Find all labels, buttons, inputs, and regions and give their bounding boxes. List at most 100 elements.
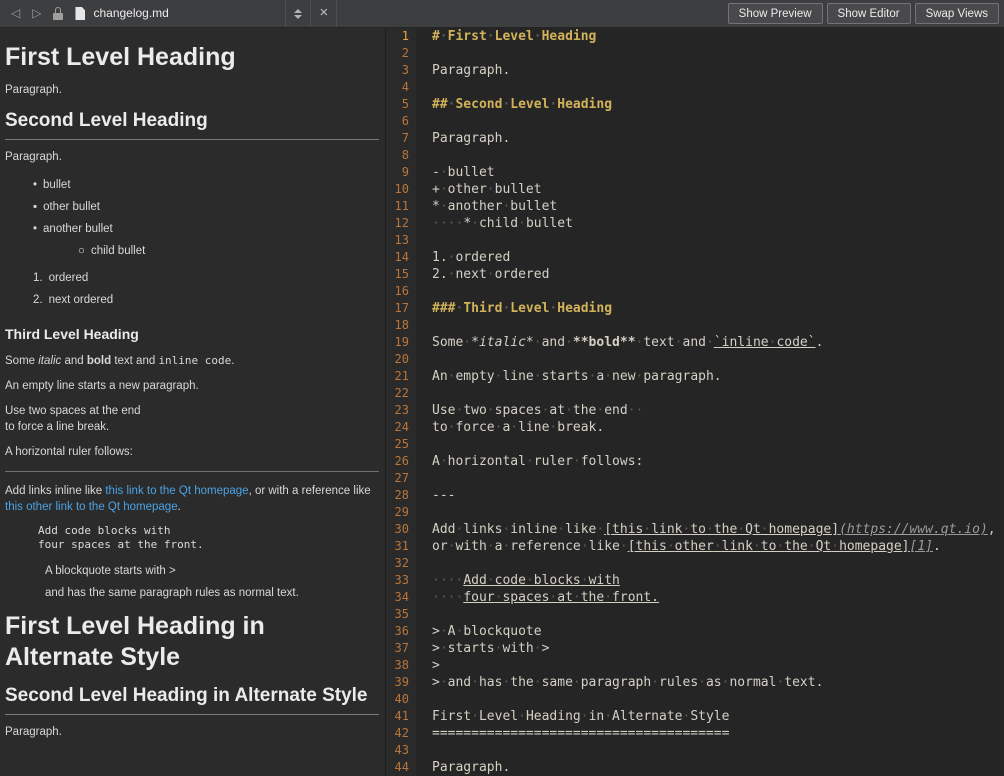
split-view: First Level HeadingParagraph.Second Leve… xyxy=(0,28,1004,776)
preview-text-run: Use two spaces at the end xyxy=(5,405,141,417)
show-preview-button[interactable]: Show Preview xyxy=(728,3,823,24)
source-line-text xyxy=(416,283,432,300)
close-document-icon[interactable]: × xyxy=(310,0,337,27)
line-number: 1 xyxy=(386,28,416,45)
line-number: 5 xyxy=(386,96,416,113)
source-line-text xyxy=(416,113,432,130)
source-line: 17###·Third·Level·Heading xyxy=(386,300,1004,317)
source-line-text: Add·links·inline·like·[this·link·to·the·… xyxy=(416,521,996,538)
source-line-text: ###·Third·Level·Heading xyxy=(416,300,612,317)
line-number: 16 xyxy=(386,283,416,300)
show-editor-button[interactable]: Show Editor xyxy=(827,3,911,24)
document-selector-icon[interactable] xyxy=(285,0,310,27)
preview-text-run: and xyxy=(61,355,87,367)
line-number: 42 xyxy=(386,725,416,742)
source-line-text xyxy=(416,45,432,62)
chevron-up-icon xyxy=(294,9,302,13)
source-line: 22 xyxy=(386,385,1004,402)
source-line: 30Add·links·inline·like·[this·link·to·th… xyxy=(386,521,1004,538)
source-line-text: -·bullet xyxy=(416,164,495,181)
source-line: 37>·starts·with·> xyxy=(386,640,1004,657)
preview-block-h3: Third Level Heading xyxy=(5,326,379,342)
swap-views-button[interactable]: Swap Views xyxy=(915,3,999,24)
preview-text-run: Add links inline like xyxy=(5,485,105,497)
line-number: 22 xyxy=(386,385,416,402)
source-line-text: --- xyxy=(416,487,455,504)
source-line: 28--- xyxy=(386,487,1004,504)
source-line: 1#·First·Level·Heading xyxy=(386,28,1004,45)
line-number: 40 xyxy=(386,691,416,708)
preview-block-blockquote: A blockquote starts with >and has the sa… xyxy=(45,563,379,601)
source-line: 21An·empty·line·starts·a·new·paragraph. xyxy=(386,368,1004,385)
source-line: 42====================================== xyxy=(386,725,1004,742)
source-line-text: 2.·next·ordered xyxy=(416,266,549,283)
line-number: 8 xyxy=(386,147,416,164)
markdown-source-editor[interactable]: 1#·First·Level·Heading23Paragraph.45##·S… xyxy=(385,28,1004,776)
go-forward-icon[interactable]: ▷ xyxy=(26,0,47,27)
markdown-preview-pane[interactable]: First Level HeadingParagraph.Second Leve… xyxy=(0,28,385,776)
source-line-text: ····Add·code·blocks·with xyxy=(416,572,620,589)
list-marker: ▪ xyxy=(33,201,37,213)
line-number: 17 xyxy=(386,300,416,317)
source-line: 32 xyxy=(386,555,1004,572)
chevron-down-icon xyxy=(294,15,302,19)
source-line: 16 xyxy=(386,283,1004,300)
source-line-text: Paragraph. xyxy=(416,130,510,147)
preview-block-list: •bullet▪other bullet•another bullet○chil… xyxy=(5,174,379,262)
source-line: 13 xyxy=(386,232,1004,249)
line-number: 35 xyxy=(386,606,416,623)
line-number: 13 xyxy=(386,232,416,249)
source-line: 44Paragraph. xyxy=(386,759,1004,776)
list-marker: • xyxy=(33,179,37,191)
preview-text-run: text and xyxy=(111,355,158,367)
preview-text-run: . xyxy=(178,501,181,513)
preview-link[interactable]: this link to the Qt homepage xyxy=(105,485,248,497)
preview-text-run: . xyxy=(231,355,234,367)
line-number: 11 xyxy=(386,198,416,215)
source-line: 29 xyxy=(386,504,1004,521)
document-name-dropdown[interactable]: changelog.md xyxy=(93,0,285,27)
list-item-text: ordered xyxy=(49,272,89,284)
preview-block-p: An empty line starts a new paragraph. xyxy=(5,378,379,394)
preview-link[interactable]: this other link to the Qt homepage xyxy=(5,501,178,513)
source-line-text xyxy=(416,470,432,487)
list-item-text: another bullet xyxy=(43,223,113,235)
preview-text-run: italic xyxy=(38,355,61,367)
line-number: 37 xyxy=(386,640,416,657)
source-line: 5##·Second·Level·Heading xyxy=(386,96,1004,113)
source-line-text: >·A·blockquote xyxy=(416,623,542,640)
list-item: •bullet xyxy=(5,174,379,196)
preview-text-run: bold xyxy=(87,355,111,367)
list-marker: • xyxy=(33,223,37,235)
line-number: 27 xyxy=(386,470,416,487)
preview-block-p: Use two spaces at the endto force a line… xyxy=(5,403,379,435)
source-line: 34····four·spaces·at·the·front. xyxy=(386,589,1004,606)
source-line: 152.·next·ordered xyxy=(386,266,1004,283)
source-line: 7Paragraph. xyxy=(386,130,1004,147)
source-line: 39>·and·has·the·same·paragraph·rules·as·… xyxy=(386,674,1004,691)
source-line-text: to·force·a·line·break. xyxy=(416,419,604,436)
preview-block-p: A horizontal ruler follows: xyxy=(5,444,379,460)
line-number: 28 xyxy=(386,487,416,504)
line-number: 44 xyxy=(386,759,416,776)
line-number: 2 xyxy=(386,45,416,62)
source-line: 11*·another·bullet xyxy=(386,198,1004,215)
source-line-text xyxy=(416,351,432,368)
line-number: 33 xyxy=(386,572,416,589)
list-item-text: next ordered xyxy=(49,294,114,306)
preview-block-h2: Second Level Heading in Alternate Style xyxy=(5,684,379,715)
go-back-icon[interactable]: ◁ xyxy=(5,0,26,27)
line-number: 14 xyxy=(386,249,416,266)
source-line-text: Use·two·spaces·at·the·end·· xyxy=(416,402,643,419)
source-line-text: An·empty·line·starts·a·new·paragraph. xyxy=(416,368,722,385)
code-line: Add code blocks with xyxy=(38,524,379,538)
source-line: 2 xyxy=(386,45,1004,62)
preview-block-p: Some italic and bold text and inline cod… xyxy=(5,353,379,369)
line-number: 39 xyxy=(386,674,416,691)
source-line: 19Some·*italic*·and·**bold**·text·and·`i… xyxy=(386,334,1004,351)
line-number: 23 xyxy=(386,402,416,419)
source-line-text xyxy=(416,232,432,249)
line-number: 3 xyxy=(386,62,416,79)
source-line-text: #·First·Level·Heading xyxy=(416,28,596,45)
source-line-text xyxy=(416,317,432,334)
